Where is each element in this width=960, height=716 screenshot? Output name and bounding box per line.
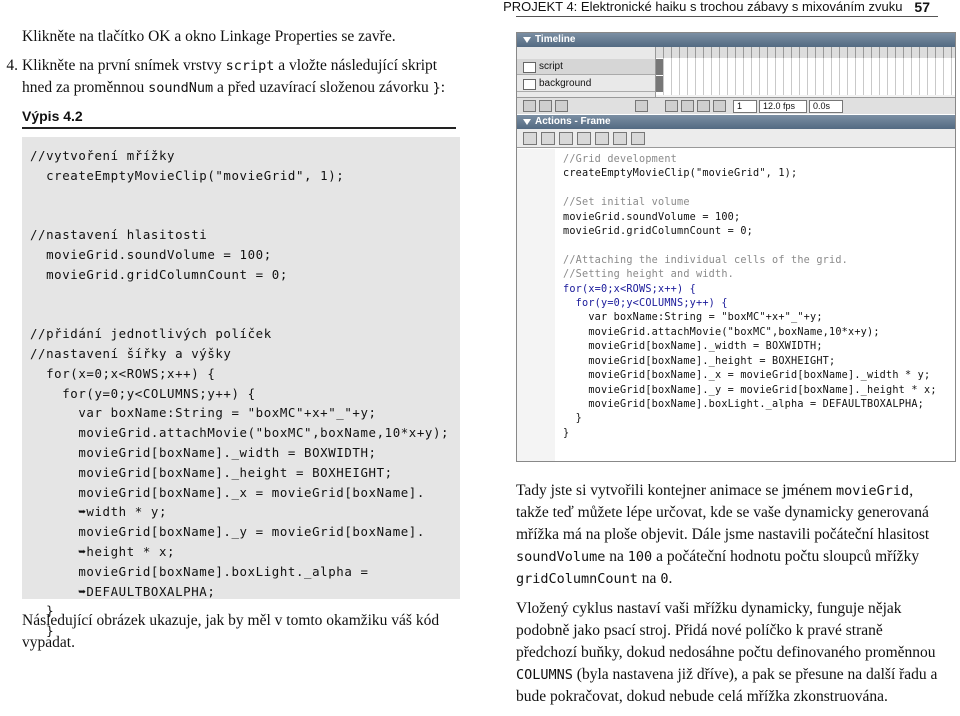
step-intro-text: Klikněte na tlačítko OK a okno Linkage P… <box>22 28 396 45</box>
p2-code-columns: COLUMNS <box>516 667 573 683</box>
insert-layer-icon[interactable] <box>523 100 536 112</box>
keyframe[interactable] <box>656 59 663 75</box>
edit-multiple-icon[interactable] <box>713 100 726 112</box>
code-line: createEmptyMovieClip("movieGrid", 1); <box>563 168 798 180</box>
p1-text-e: na <box>637 570 661 587</box>
add-statement-icon[interactable] <box>523 132 537 145</box>
add-guide-icon[interactable] <box>539 100 552 112</box>
page-number: 57 <box>914 0 930 15</box>
listing-rule <box>22 127 456 129</box>
debug-options-icon[interactable] <box>631 132 645 145</box>
p1-text-d: a počáteční hodnotu počtu sloupců mřížky <box>652 548 920 565</box>
after-listing-text: Následující obrázek ukazuje, jak by měl … <box>22 612 440 651</box>
p1-text-a: Tady jste si vytvořili kontejner animace… <box>516 482 837 499</box>
code-line: movieGrid[boxName]._width = BOXWIDTH; <box>563 341 823 353</box>
code-line: movieGrid[boxName].boxLight._alpha = DEF… <box>563 398 925 410</box>
layer-icon <box>523 79 536 90</box>
code-line: movieGrid.gridColumnCount = 0; <box>563 226 754 238</box>
timeline-status-bar: 1 12.0 fps 0.0s <box>517 97 955 114</box>
auto-format-icon[interactable] <box>595 132 609 145</box>
actions-toolbar <box>517 129 955 148</box>
frame-ruler[interactable] <box>656 47 955 58</box>
actions-panel-bar[interactable]: Actions - Frame <box>517 115 955 129</box>
layer-row-background[interactable]: background <box>517 76 655 92</box>
code-line: //Attaching the individual cells of the … <box>563 254 849 266</box>
layer-icon <box>523 62 536 73</box>
code-line: movieGrid[boxName]._y = movieGrid[boxNam… <box>563 384 937 396</box>
current-frame: 1 <box>733 100 757 113</box>
code-line: for(x=0;x<ROWS;x++) { <box>563 283 697 295</box>
listing-label: Výpis 4.2 <box>22 108 83 124</box>
center-frame-icon[interactable] <box>665 100 678 112</box>
code-line: //Set initial volume <box>563 197 690 209</box>
delete-layer-icon[interactable] <box>635 100 648 112</box>
onion-skin-icon[interactable] <box>681 100 694 112</box>
running-head-title: PROJEKT 4: Elektronické haiku s trochou … <box>503 0 903 14</box>
paragraph-2: Vložený cyklus nastaví vaši mřížku dynam… <box>516 598 946 708</box>
p1-code-moviegrid: movieGrid <box>836 483 910 499</box>
code-line: var boxName:String = "boxMC"+x+"_"+y; <box>563 312 823 324</box>
step4-part-a: Klikněte na první snímek vrstvy <box>22 57 226 74</box>
p1-text-c: na <box>605 548 628 565</box>
code-line: movieGrid[boxName]._x = movieGrid[boxNam… <box>563 370 931 382</box>
p1-text-f: . <box>668 570 673 587</box>
step4-part-c: a před uzavírací složenou závorku <box>213 79 433 96</box>
layer-name-background: background <box>539 78 592 89</box>
layer-row-script[interactable]: script <box>517 59 655 75</box>
p2-text-a: Vložený cyklus nastaví vaši mřížku dynam… <box>516 600 936 661</box>
p1-code-100: 100 <box>627 549 653 565</box>
flash-ide-screenshot: Timeline script background 1 12.0 fps 0.… <box>516 32 956 462</box>
p1-code-gridcolumncount: gridColumnCount <box>516 571 638 587</box>
code-hint-icon[interactable] <box>613 132 627 145</box>
keyframe[interactable] <box>656 76 663 92</box>
layer-name-script: script <box>539 61 563 72</box>
timeline-area: script background 1 12.0 fps 0.0s <box>517 47 955 114</box>
paragraph-1: Tady jste si vytvořili kontejner animace… <box>516 480 946 590</box>
code-line: } <box>563 413 583 425</box>
timeline-title: Timeline <box>535 34 576 45</box>
code-line: movieGrid[boxName]._height = BOXHEIGHT; <box>563 355 836 367</box>
p1-code-soundvolume: soundVolume <box>516 549 606 565</box>
step-4: 4. Klikněte na první snímek vrstvy scrip… <box>0 55 460 99</box>
step4-code-brace: } <box>432 80 441 96</box>
collapse-triangle-icon[interactable] <box>523 119 531 125</box>
p2-text-b: (byla nastavena již dříve), a pak se pře… <box>516 666 938 705</box>
code-line: //Grid development <box>563 154 678 165</box>
insert-folder-icon[interactable] <box>555 100 568 112</box>
running-head: PROJEKT 4: Elektronické haiku s trochou … <box>503 0 930 14</box>
code-line: //Setting height and width. <box>563 269 735 281</box>
code-line: } <box>563 427 570 439</box>
explanation-text: Tady jste si vytvořili kontejner animace… <box>516 480 946 716</box>
step-number: 4. <box>6 57 18 74</box>
onion-outline-icon[interactable] <box>697 100 710 112</box>
step-4-text: Klikněte na první snímek vrstvy script a… <box>22 55 460 99</box>
code-line: for(y=0;y<COLUMNS;y++) { <box>563 298 728 310</box>
collapse-triangle-icon[interactable] <box>523 37 531 43</box>
script-editor[interactable]: //Grid development createEmptyMovieClip(… <box>555 149 955 461</box>
code-line: movieGrid.attachMovie("boxMC",boxName,10… <box>563 326 880 338</box>
actions-title: Actions - Frame <box>535 116 611 127</box>
actionscript-code: //Grid development createEmptyMovieClip(… <box>563 153 937 441</box>
target-path-icon[interactable] <box>559 132 573 145</box>
code-listing: //vytvoření mřížky createEmptyMovieClip(… <box>30 148 450 639</box>
line-gutter <box>517 149 556 461</box>
step4-code-soundnum: soundNum <box>148 80 214 96</box>
timeline-panel-bar[interactable]: Timeline <box>517 33 955 47</box>
step4-code-script: script <box>225 58 275 74</box>
check-syntax-icon[interactable] <box>577 132 591 145</box>
find-icon[interactable] <box>541 132 555 145</box>
code-line: movieGrid.soundVolume = 100; <box>563 211 741 223</box>
header-rule <box>516 16 938 17</box>
frame-rate: 12.0 fps <box>759 100 807 113</box>
elapsed-time: 0.0s <box>809 100 843 113</box>
frames-grid[interactable] <box>656 47 955 95</box>
step4-part-d: : <box>440 79 446 96</box>
